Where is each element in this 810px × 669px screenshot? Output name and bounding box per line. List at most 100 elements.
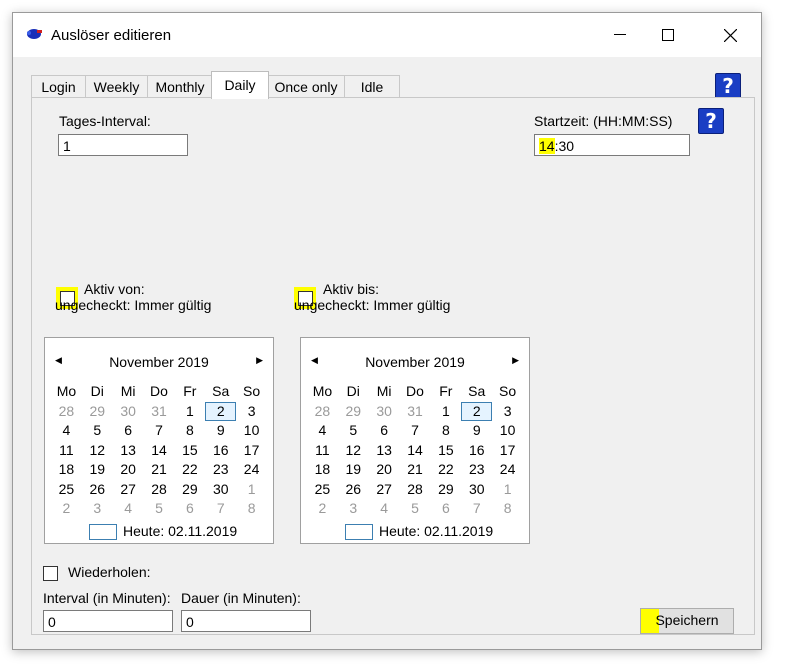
active-from-calendar-day[interactable]: 16 xyxy=(205,441,236,461)
active-to-calendar-day[interactable]: 16 xyxy=(461,441,492,461)
active-from-calendar[interactable]: ◀ ▶ November 2019 Mo Di Mi Do Fr Sa So 28 29 30 31 1 2 3… xyxy=(44,337,274,544)
tab-idle[interactable]: Idle xyxy=(344,75,400,98)
active-to-calendar-day[interactable]: 11 xyxy=(307,441,338,461)
active-to-calendar[interactable]: ◀ ▶ November 2019 Mo Di Mi Do Fr Sa So 28 29 30 31 1 2 3… xyxy=(300,337,530,544)
active-from-calendar-day[interactable]: 28 xyxy=(51,402,82,422)
active-to-calendar-day[interactable]: 5 xyxy=(338,421,369,441)
active-from-calendar-day[interactable]: 15 xyxy=(174,441,205,461)
active-to-calendar-day[interactable]: 14 xyxy=(400,441,431,461)
active-to-calendar-day[interactable]: 29 xyxy=(430,480,461,500)
maximize-button[interactable] xyxy=(653,21,683,49)
active-to-calendar-day[interactable]: 19 xyxy=(338,460,369,480)
help-button-tabs[interactable]: ? xyxy=(715,73,741,99)
start-time-input[interactable]: 14:30 xyxy=(534,134,690,156)
active-to-calendar-day[interactable]: 9 xyxy=(461,421,492,441)
active-to-calendar-day[interactable]: 28 xyxy=(307,402,338,422)
active-from-calendar-day[interactable]: 7 xyxy=(144,421,175,441)
active-from-calendar-day[interactable]: 6 xyxy=(174,499,205,519)
active-to-calendar-day[interactable]: 13 xyxy=(369,441,400,461)
close-button[interactable] xyxy=(715,21,745,49)
minimize-button[interactable] xyxy=(605,21,635,49)
active-from-calendar-day[interactable]: 8 xyxy=(236,499,267,519)
active-from-calendar-day[interactable]: 13 xyxy=(113,441,144,461)
active-from-calendar-day[interactable]: 26 xyxy=(82,480,113,500)
active-to-calendar-day[interactable]: 22 xyxy=(430,460,461,480)
active-from-calendar-day[interactable]: 27 xyxy=(113,480,144,500)
active-to-calendar-day[interactable]: 21 xyxy=(400,460,431,480)
tab-daily[interactable]: Daily xyxy=(211,71,269,99)
active-to-calendar-day[interactable]: 20 xyxy=(369,460,400,480)
active-to-calendar-day-today[interactable]: 2 xyxy=(461,401,493,422)
active-from-calendar-day-today[interactable]: 2 xyxy=(205,401,237,422)
active-from-calendar-day[interactable]: 29 xyxy=(82,402,113,422)
active-to-calendar-day[interactable]: 7 xyxy=(461,499,492,519)
tab-login[interactable]: Login xyxy=(31,75,86,98)
active-from-calendar-day[interactable]: 19 xyxy=(82,460,113,480)
active-to-calendar-day[interactable]: 12 xyxy=(338,441,369,461)
active-from-calendar-day[interactable]: 4 xyxy=(51,421,82,441)
active-to-calendar-day[interactable]: 30 xyxy=(369,402,400,422)
repeat-checkbox[interactable] xyxy=(43,566,58,581)
active-from-calendar-day[interactable]: 22 xyxy=(174,460,205,480)
daily-interval-input[interactable]: 1 xyxy=(58,134,188,156)
active-to-calendar-day[interactable]: 30 xyxy=(461,480,492,500)
active-to-calendar-day[interactable]: 10 xyxy=(492,421,523,441)
active-from-calendar-day[interactable]: 29 xyxy=(174,480,205,500)
active-to-calendar-day[interactable]: 6 xyxy=(430,499,461,519)
active-to-calendar-day[interactable]: 31 xyxy=(400,402,431,422)
active-from-calendar-day[interactable]: 11 xyxy=(51,441,82,461)
tab-weekly[interactable]: Weekly xyxy=(85,75,148,98)
active-to-calendar-day[interactable]: 8 xyxy=(430,421,461,441)
repeat-interval-input[interactable]: 0 xyxy=(43,610,173,632)
active-to-calendar-day[interactable]: 7 xyxy=(400,421,431,441)
active-to-calendar-day[interactable]: 25 xyxy=(307,480,338,500)
active-from-calendar-day[interactable]: 14 xyxy=(144,441,175,461)
active-to-calendar-day[interactable]: 27 xyxy=(369,480,400,500)
active-to-calendar-day[interactable]: 1 xyxy=(430,402,461,422)
active-from-calendar-day[interactable]: 3 xyxy=(236,402,267,422)
active-from-calendar-today-link[interactable]: Heute: 02.11.2019 xyxy=(123,523,237,539)
active-to-calendar-day[interactable]: 6 xyxy=(369,421,400,441)
active-from-calendar-day[interactable]: 3 xyxy=(82,499,113,519)
active-from-calendar-day[interactable]: 24 xyxy=(236,460,267,480)
active-from-calendar-day[interactable]: 28 xyxy=(144,480,175,500)
active-from-calendar-day[interactable]: 30 xyxy=(113,402,144,422)
active-to-calendar-today-link[interactable]: Heute: 02.11.2019 xyxy=(379,523,493,539)
active-from-calendar-day[interactable]: 20 xyxy=(113,460,144,480)
active-to-calendar-day[interactable]: 24 xyxy=(492,460,523,480)
active-to-calendar-day[interactable]: 4 xyxy=(369,499,400,519)
active-to-calendar-day[interactable]: 17 xyxy=(492,441,523,461)
help-button-start-time[interactable]: ? xyxy=(698,108,724,134)
repeat-duration-input[interactable]: 0 xyxy=(181,610,311,632)
active-to-calendar-day[interactable]: 3 xyxy=(492,402,523,422)
active-from-calendar-day[interactable]: 5 xyxy=(82,421,113,441)
active-from-calendar-day[interactable]: 17 xyxy=(236,441,267,461)
active-from-calendar-day[interactable]: 25 xyxy=(51,480,82,500)
active-from-calendar-day[interactable]: 1 xyxy=(174,402,205,422)
active-to-calendar-day[interactable]: 8 xyxy=(492,499,523,519)
active-to-calendar-day[interactable]: 4 xyxy=(307,421,338,441)
active-from-calendar-day[interactable]: 8 xyxy=(174,421,205,441)
active-to-calendar-day[interactable]: 15 xyxy=(430,441,461,461)
active-from-calendar-day[interactable]: 2 xyxy=(51,499,82,519)
active-to-calendar-day[interactable]: 2 xyxy=(307,499,338,519)
active-to-calendar-day[interactable]: 18 xyxy=(307,460,338,480)
active-from-calendar-day[interactable]: 7 xyxy=(205,499,236,519)
active-from-calendar-day[interactable]: 6 xyxy=(113,421,144,441)
active-to-calendar-day[interactable]: 28 xyxy=(400,480,431,500)
active-from-calendar-day[interactable]: 31 xyxy=(144,402,175,422)
active-from-calendar-day[interactable]: 1 xyxy=(236,480,267,500)
active-to-calendar-day[interactable]: 1 xyxy=(492,480,523,500)
active-to-calendar-day[interactable]: 26 xyxy=(338,480,369,500)
active-from-calendar-day[interactable]: 30 xyxy=(205,480,236,500)
active-from-calendar-day[interactable]: 23 xyxy=(205,460,236,480)
save-button[interactable]: Speichern xyxy=(640,608,734,634)
tab-monthly[interactable]: Monthly xyxy=(147,75,213,98)
active-from-calendar-day[interactable]: 18 xyxy=(51,460,82,480)
active-to-calendar-day[interactable]: 23 xyxy=(461,460,492,480)
active-to-calendar-day[interactable]: 5 xyxy=(400,499,431,519)
tab-once-only[interactable]: Once only xyxy=(267,75,345,98)
active-to-calendar-day[interactable]: 29 xyxy=(338,402,369,422)
active-to-calendar-day[interactable]: 3 xyxy=(338,499,369,519)
active-from-calendar-day[interactable]: 4 xyxy=(113,499,144,519)
